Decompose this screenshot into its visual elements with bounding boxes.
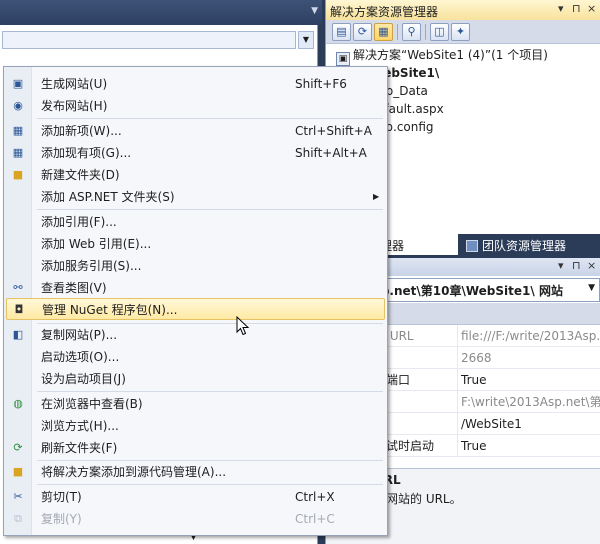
menu-item-startup-options[interactable]: 启动选项(O)... — [6, 346, 385, 368]
publish-icon: ◉ — [13, 99, 23, 112]
property-value: F:\write\2013Asp.net\第 — [457, 391, 600, 412]
mouse-pointer-icon — [236, 316, 250, 336]
panel-title: 解决方案资源管理器 — [330, 5, 439, 19]
menu-item-refresh-folder[interactable]: ⟳ 刷新文件夹(F) — [6, 437, 385, 459]
menu-item-label: 启动选项(O)... — [41, 350, 120, 364]
asp-config-icon[interactable]: ✦ — [451, 23, 470, 41]
menu-item-label: 新建文件夹(D) — [41, 168, 120, 182]
menu-item-label: 添加引用(F)... — [41, 215, 117, 229]
submenu-arrow-icon: ▶ — [373, 192, 380, 201]
menu-item-new-folder[interactable]: ■ 新建文件夹(D) — [6, 164, 385, 186]
navigation-dropdown[interactable] — [2, 31, 296, 49]
menu-item-label: 管理 NuGet 程序包(N)... — [42, 303, 178, 317]
solution-label: 解决方案“WebSite1 (4)”(1 个项目) — [353, 48, 548, 62]
chevron-down-icon[interactable]: ▼ — [298, 31, 314, 49]
context-menu: ▣ 生成网站(U) Shift+F6 ◉ 发布网站(H) ▦ 添加新项(W)..… — [3, 66, 388, 536]
window-position-icon[interactable]: ▾ — [558, 259, 564, 272]
add-existing-item-icon: ▦ — [12, 146, 24, 159]
menu-item-add-new-item[interactable]: ▦ 添加新项(W)... Ctrl+Shift+A — [6, 120, 385, 142]
menu-separator — [37, 118, 383, 119]
menu-item-manage-nuget-packages[interactable]: ◘ 管理 NuGet 程序包(N)... — [6, 298, 385, 320]
menu-item-label: 发布网站(H) — [41, 99, 108, 113]
menu-item-label: 添加现有项(G)... — [41, 146, 132, 160]
menu-item-build-website[interactable]: ▣ 生成网站(U) Shift+F6 — [6, 73, 385, 95]
menu-item-copy[interactable]: ⧉ 复制(Y) Ctrl+C — [6, 508, 385, 530]
copy-icon: ⧉ — [14, 512, 22, 525]
close-icon[interactable]: × — [587, 2, 596, 15]
menu-separator — [37, 391, 383, 392]
menu-separator — [37, 484, 383, 485]
menu-item-publish-website[interactable]: ◉ 发布网站(H) — [6, 95, 385, 117]
menu-item-shortcut: Ctrl+Shift+A — [295, 124, 372, 138]
menu-item-label: 查看类图(V) — [41, 281, 107, 295]
property-value: True — [457, 369, 487, 390]
menu-item-label: 浏览方式(H)... — [41, 419, 119, 433]
tab-team-explorer[interactable]: 团队资源管理器 — [460, 234, 572, 255]
property-value: /WebSite1 — [457, 413, 522, 434]
menu-item-shortcut: Ctrl+X — [295, 490, 335, 504]
class-diagram-icon: ⚯ — [13, 281, 23, 294]
refresh-icon[interactable]: ⟳ — [353, 23, 372, 41]
menu-item-shortcut: Shift+Alt+A — [295, 146, 367, 160]
auto-hide-pin-icon[interactable]: ⊓ — [572, 2, 581, 15]
menu-item-label: 复制网站(P)... — [41, 328, 118, 342]
team-explorer-icon — [466, 240, 478, 252]
new-folder-icon: ■ — [12, 168, 24, 181]
menu-item-label: 添加 ASP.NET 文件夹(S) — [41, 190, 175, 204]
build-icon: ▣ — [12, 77, 24, 90]
add-new-item-icon: ▦ — [12, 124, 24, 137]
property-value: True — [457, 435, 487, 456]
menu-item-label: 设为启动项目(J) — [41, 372, 126, 386]
close-icon[interactable]: × — [587, 259, 596, 272]
show-all-files-icon[interactable]: ▦ — [374, 23, 393, 41]
menu-item-add-existing-item[interactable]: ▦ 添加现有项(G)... Shift+Alt+A — [6, 142, 385, 164]
menu-item-copy-website[interactable]: ◧ 复制网站(P)... — [6, 324, 385, 346]
menu-item-label: 在浏览器中查看(B) — [41, 397, 143, 411]
solution-explorer-titlebar: 解决方案资源管理器 ▾ ⊓ × — [326, 0, 600, 20]
view-in-browser-icon: ◍ — [13, 397, 23, 410]
menu-item-view-in-browser[interactable]: ◍ 在浏览器中查看(B) — [6, 393, 385, 415]
document-tab-bar: ▼ — [0, 0, 322, 25]
nuget-package-icon: ◘ — [14, 303, 24, 316]
tab-label: 团队资源管理器 — [482, 239, 567, 253]
description-text: 开网站的 URL。 — [374, 492, 462, 506]
menu-item-add-web-reference[interactable]: 添加 Web 引用(E)... — [6, 233, 385, 255]
menu-item-set-as-startup[interactable]: 设为启动项目(J) — [6, 368, 385, 390]
solution-node[interactable]: ▣ 解决方案“WebSite1 (4)”(1 个项目) — [336, 46, 548, 66]
description-title: URL — [374, 473, 594, 487]
menu-item-shortcut: Shift+F6 — [295, 77, 347, 91]
menu-item-label: 添加服务引用(S)... — [41, 259, 142, 273]
menu-separator — [37, 209, 383, 210]
menu-item-add-aspnet-folder[interactable]: 添加 ASP.NET 文件夹(S) ▶ — [6, 186, 385, 208]
view-code-icon[interactable]: ◫ — [430, 23, 449, 41]
properties-icon[interactable]: ▤ — [332, 23, 351, 41]
menu-item-label: 复制(Y) — [41, 512, 82, 526]
menu-item-label: 添加 Web 引用(E)... — [41, 237, 152, 251]
property-value: file:///F:/write/2013Asp. — [457, 325, 600, 346]
menu-item-cut[interactable]: ✂ 剪切(T) Ctrl+X — [6, 486, 385, 508]
menu-item-shortcut: Ctrl+C — [295, 512, 335, 526]
menu-item-label: 生成网站(U) — [41, 77, 108, 91]
solution-icon: ▣ — [336, 52, 350, 66]
tab-dropdown-icon[interactable]: ▼ — [311, 6, 318, 16]
auto-hide-pin-icon[interactable]: ⊓ — [572, 259, 581, 272]
window-position-icon[interactable]: ▾ — [558, 2, 564, 15]
menu-item-add-service-reference[interactable]: 添加服务引用(S)... — [6, 255, 385, 277]
refresh-folder-icon: ⟳ — [13, 441, 23, 454]
menu-item-browse-with[interactable]: 浏览方式(H)... — [6, 415, 385, 437]
menu-item-add-to-source-control[interactable]: ■ 将解决方案添加到源代码管理(A)... — [6, 461, 385, 483]
solution-explorer-toolbar: ▤ ⟳ ▦ ⚲ ◫ ✦ — [326, 20, 600, 44]
menu-item-label: 添加新项(W)... — [41, 124, 122, 138]
copy-website-icon: ◧ — [12, 328, 24, 341]
menu-item-label: 刷新文件夹(F) — [41, 441, 118, 455]
property-value: 2668 — [457, 347, 492, 368]
menu-item-label: 剪切(T) — [41, 490, 82, 504]
menu-item-view-class-diagram[interactable]: ⚯ 查看类图(V) — [6, 277, 385, 299]
source-control-icon: ■ — [12, 465, 24, 478]
menu-item-add-reference[interactable]: 添加引用(F)... — [6, 211, 385, 233]
chevron-down-icon: ▼ — [588, 283, 595, 293]
copy-website-icon[interactable]: ⚲ — [402, 23, 421, 41]
menu-item-label: 将解决方案添加到源代码管理(A)... — [41, 465, 227, 479]
cut-icon: ✂ — [13, 490, 23, 503]
